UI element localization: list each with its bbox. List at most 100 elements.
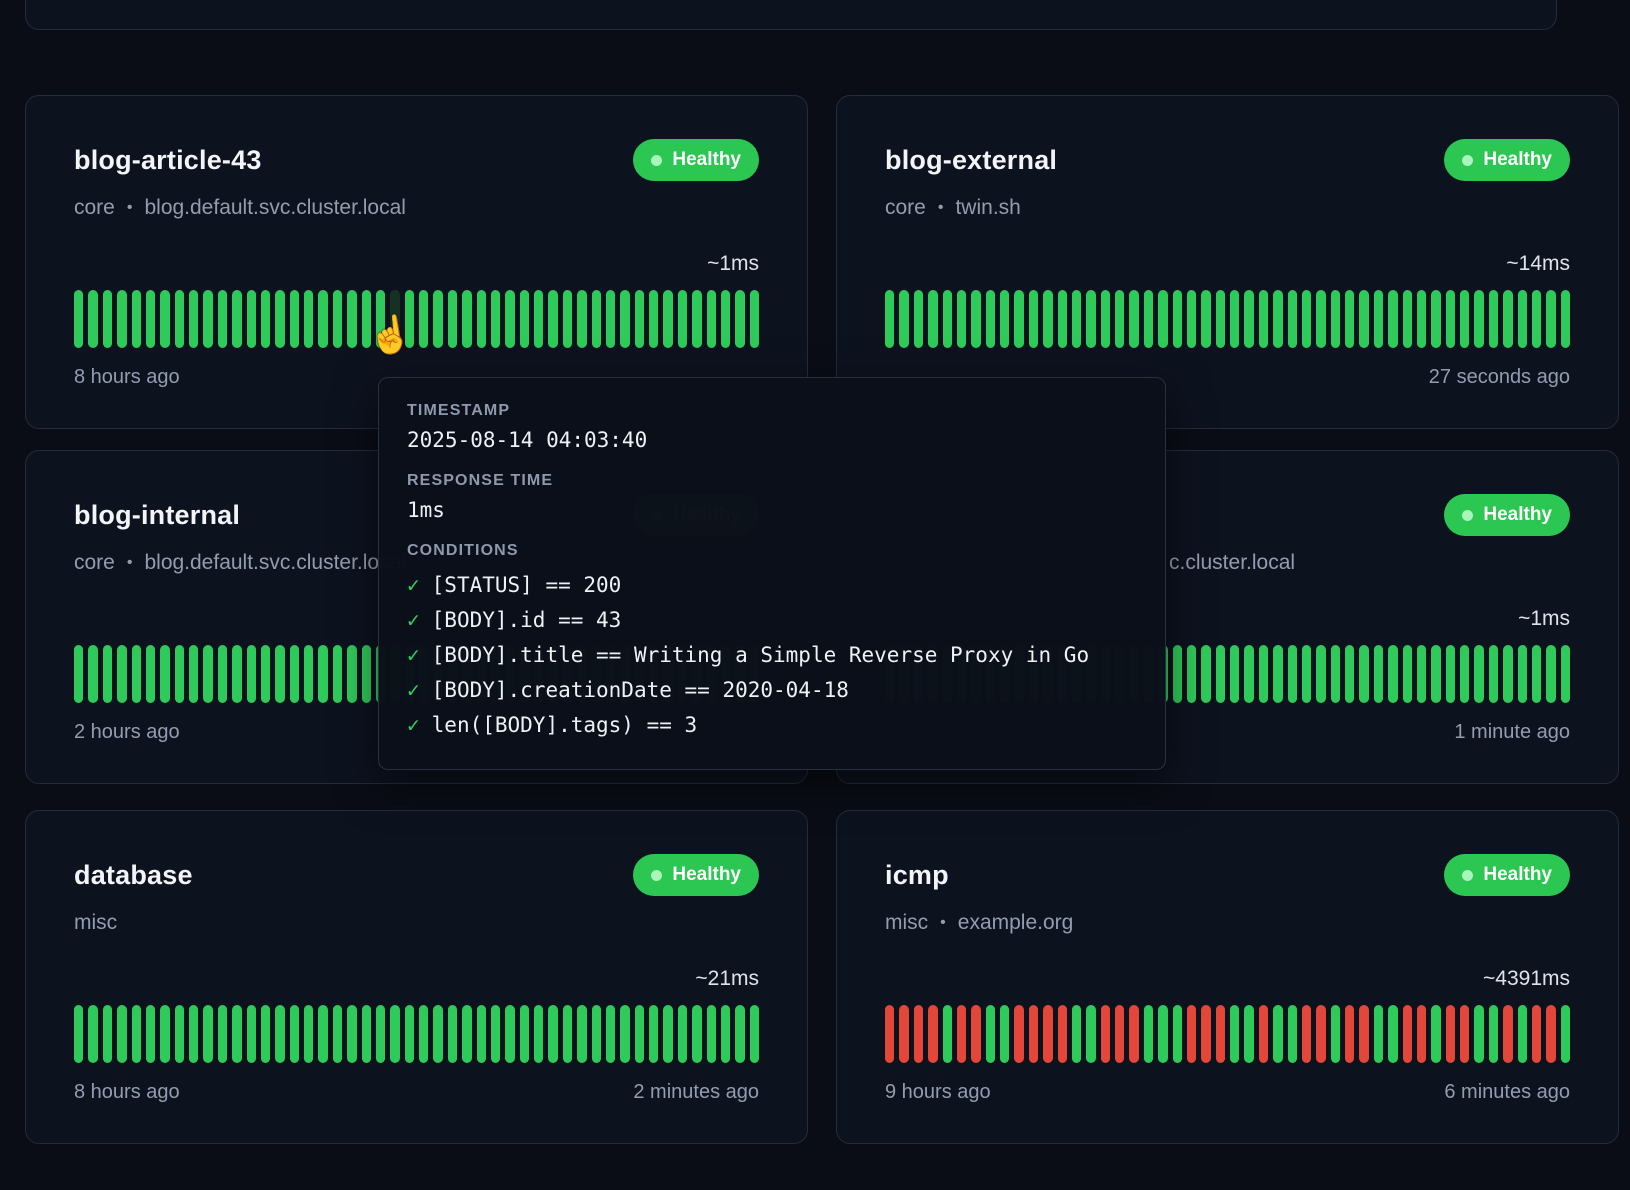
status-bar-success[interactable] [1374,290,1383,348]
status-bar-failure[interactable] [885,1005,894,1063]
status-bar-success[interactable] [1000,290,1009,348]
status-bar-failure[interactable] [1359,1005,1368,1063]
status-bar-success[interactable] [117,645,126,703]
endpoint-card-icmp[interactable]: icmp Healthy misc • example.org ~4391ms … [836,810,1619,1144]
status-bar-success[interactable] [1417,645,1426,703]
status-bar-success[interactable] [318,1005,327,1063]
status-bar-success[interactable] [1302,645,1311,703]
status-bar-failure[interactable] [1115,1005,1124,1063]
status-bar-success[interactable] [1374,645,1383,703]
status-bar-success[interactable] [1144,290,1153,348]
status-bar-success[interactable] [520,1005,529,1063]
status-bar-success[interactable] [218,645,227,703]
status-bar-success[interactable] [362,645,371,703]
status-bar-success[interactable] [986,1005,995,1063]
status-bar-success[interactable] [290,290,299,348]
status-bar-success[interactable] [1331,645,1340,703]
status-bar-success[interactable] [663,290,672,348]
status-bar-success[interactable] [433,1005,442,1063]
status-bar-success[interactable] [175,645,184,703]
status-bar-success[interactable] [1029,290,1038,348]
status-bar-failure[interactable] [1403,1005,1412,1063]
status-bar-success[interactable] [132,1005,141,1063]
status-bar-success[interactable] [175,290,184,348]
status-bar-success[interactable] [347,645,356,703]
status-bar-success[interactable] [678,290,687,348]
status-bar-success[interactable] [1259,645,1268,703]
status-bar-success[interactable] [1244,1005,1253,1063]
status-bar-success[interactable] [1460,290,1469,348]
status-bar-success[interactable] [1474,1005,1483,1063]
status-bar-success[interactable] [678,1005,687,1063]
status-bar-success[interactable] [1072,290,1081,348]
status-bar-success[interactable] [899,290,908,348]
status-bar-success[interactable] [1086,290,1095,348]
status-bar-failure[interactable] [1259,1005,1268,1063]
status-bar-success[interactable] [1187,290,1196,348]
status-bar-success[interactable] [333,1005,342,1063]
status-bar-success[interactable] [1173,290,1182,348]
status-bar-success[interactable] [247,290,256,348]
status-bar-failure[interactable] [914,1005,923,1063]
status-bar-success[interactable] [160,290,169,348]
status-bar-success[interactable] [1316,645,1325,703]
status-bar-success[interactable] [261,645,270,703]
status-bar-success[interactable] [548,290,557,348]
status-bar-success[interactable] [232,1005,241,1063]
status-bar-success[interactable] [290,1005,299,1063]
status-bar-success[interactable] [232,290,241,348]
status-bar-success[interactable] [563,1005,572,1063]
status-bar-success[interactable] [1446,290,1455,348]
status-bar-success[interactable] [1158,290,1167,348]
status-bar-success[interactable] [620,290,629,348]
status-bar-failure[interactable] [1187,1005,1196,1063]
status-bar-success[interactable] [1230,1005,1239,1063]
status-bar-failure[interactable] [899,1005,908,1063]
status-bar-success[interactable] [1201,645,1210,703]
status-bar-failure[interactable] [1014,1005,1023,1063]
status-bar-success[interactable] [1561,1005,1570,1063]
status-bar-failure[interactable] [928,1005,937,1063]
status-bar-success[interactable] [971,290,980,348]
status-bar-success[interactable] [419,1005,428,1063]
status-bar-success[interactable] [189,645,198,703]
status-bar-success[interactable] [1403,290,1412,348]
status-bar-success[interactable] [462,1005,471,1063]
status-bar-success[interactable] [1546,645,1555,703]
status-bar-success[interactable] [1144,1005,1153,1063]
status-bar-success[interactable] [275,290,284,348]
status-bar-success[interactable] [520,290,529,348]
status-bar-success[interactable] [986,290,995,348]
status-bar-success[interactable] [333,645,342,703]
status-bar-failure[interactable] [957,1005,966,1063]
status-bar-success[interactable] [1388,645,1397,703]
status-bar-success[interactable] [189,1005,198,1063]
status-bar-success[interactable] [1288,645,1297,703]
status-bar-success[interactable] [433,290,442,348]
status-bar-success[interactable] [721,290,730,348]
status-bar-success[interactable] [103,1005,112,1063]
status-bar-success[interactable] [885,290,894,348]
status-bar-success[interactable] [1474,645,1483,703]
status-bar-success[interactable] [649,290,658,348]
status-bar-failure[interactable] [1216,1005,1225,1063]
status-bar-success[interactable] [1489,645,1498,703]
status-bar-success[interactable] [1244,290,1253,348]
status-bar-success[interactable] [1503,645,1512,703]
status-bar-success[interactable] [1546,290,1555,348]
status-bar-success[interactable] [1201,290,1210,348]
status-bar-success[interactable] [175,1005,184,1063]
status-bar-success[interactable] [1086,1005,1095,1063]
status-bar-success[interactable] [376,1005,385,1063]
status-bar-success[interactable] [735,290,744,348]
status-bar-success[interactable] [88,645,97,703]
status-bar-success[interactable] [117,290,126,348]
status-bar-success[interactable] [477,1005,486,1063]
status-bar-failure[interactable] [1532,1005,1541,1063]
status-bar-success[interactable] [1273,290,1282,348]
status-bar-success[interactable] [117,1005,126,1063]
status-bar-success[interactable] [1173,1005,1182,1063]
status-bar-success[interactable] [534,290,543,348]
status-bar-success[interactable] [333,290,342,348]
status-bar-success[interactable] [957,290,966,348]
